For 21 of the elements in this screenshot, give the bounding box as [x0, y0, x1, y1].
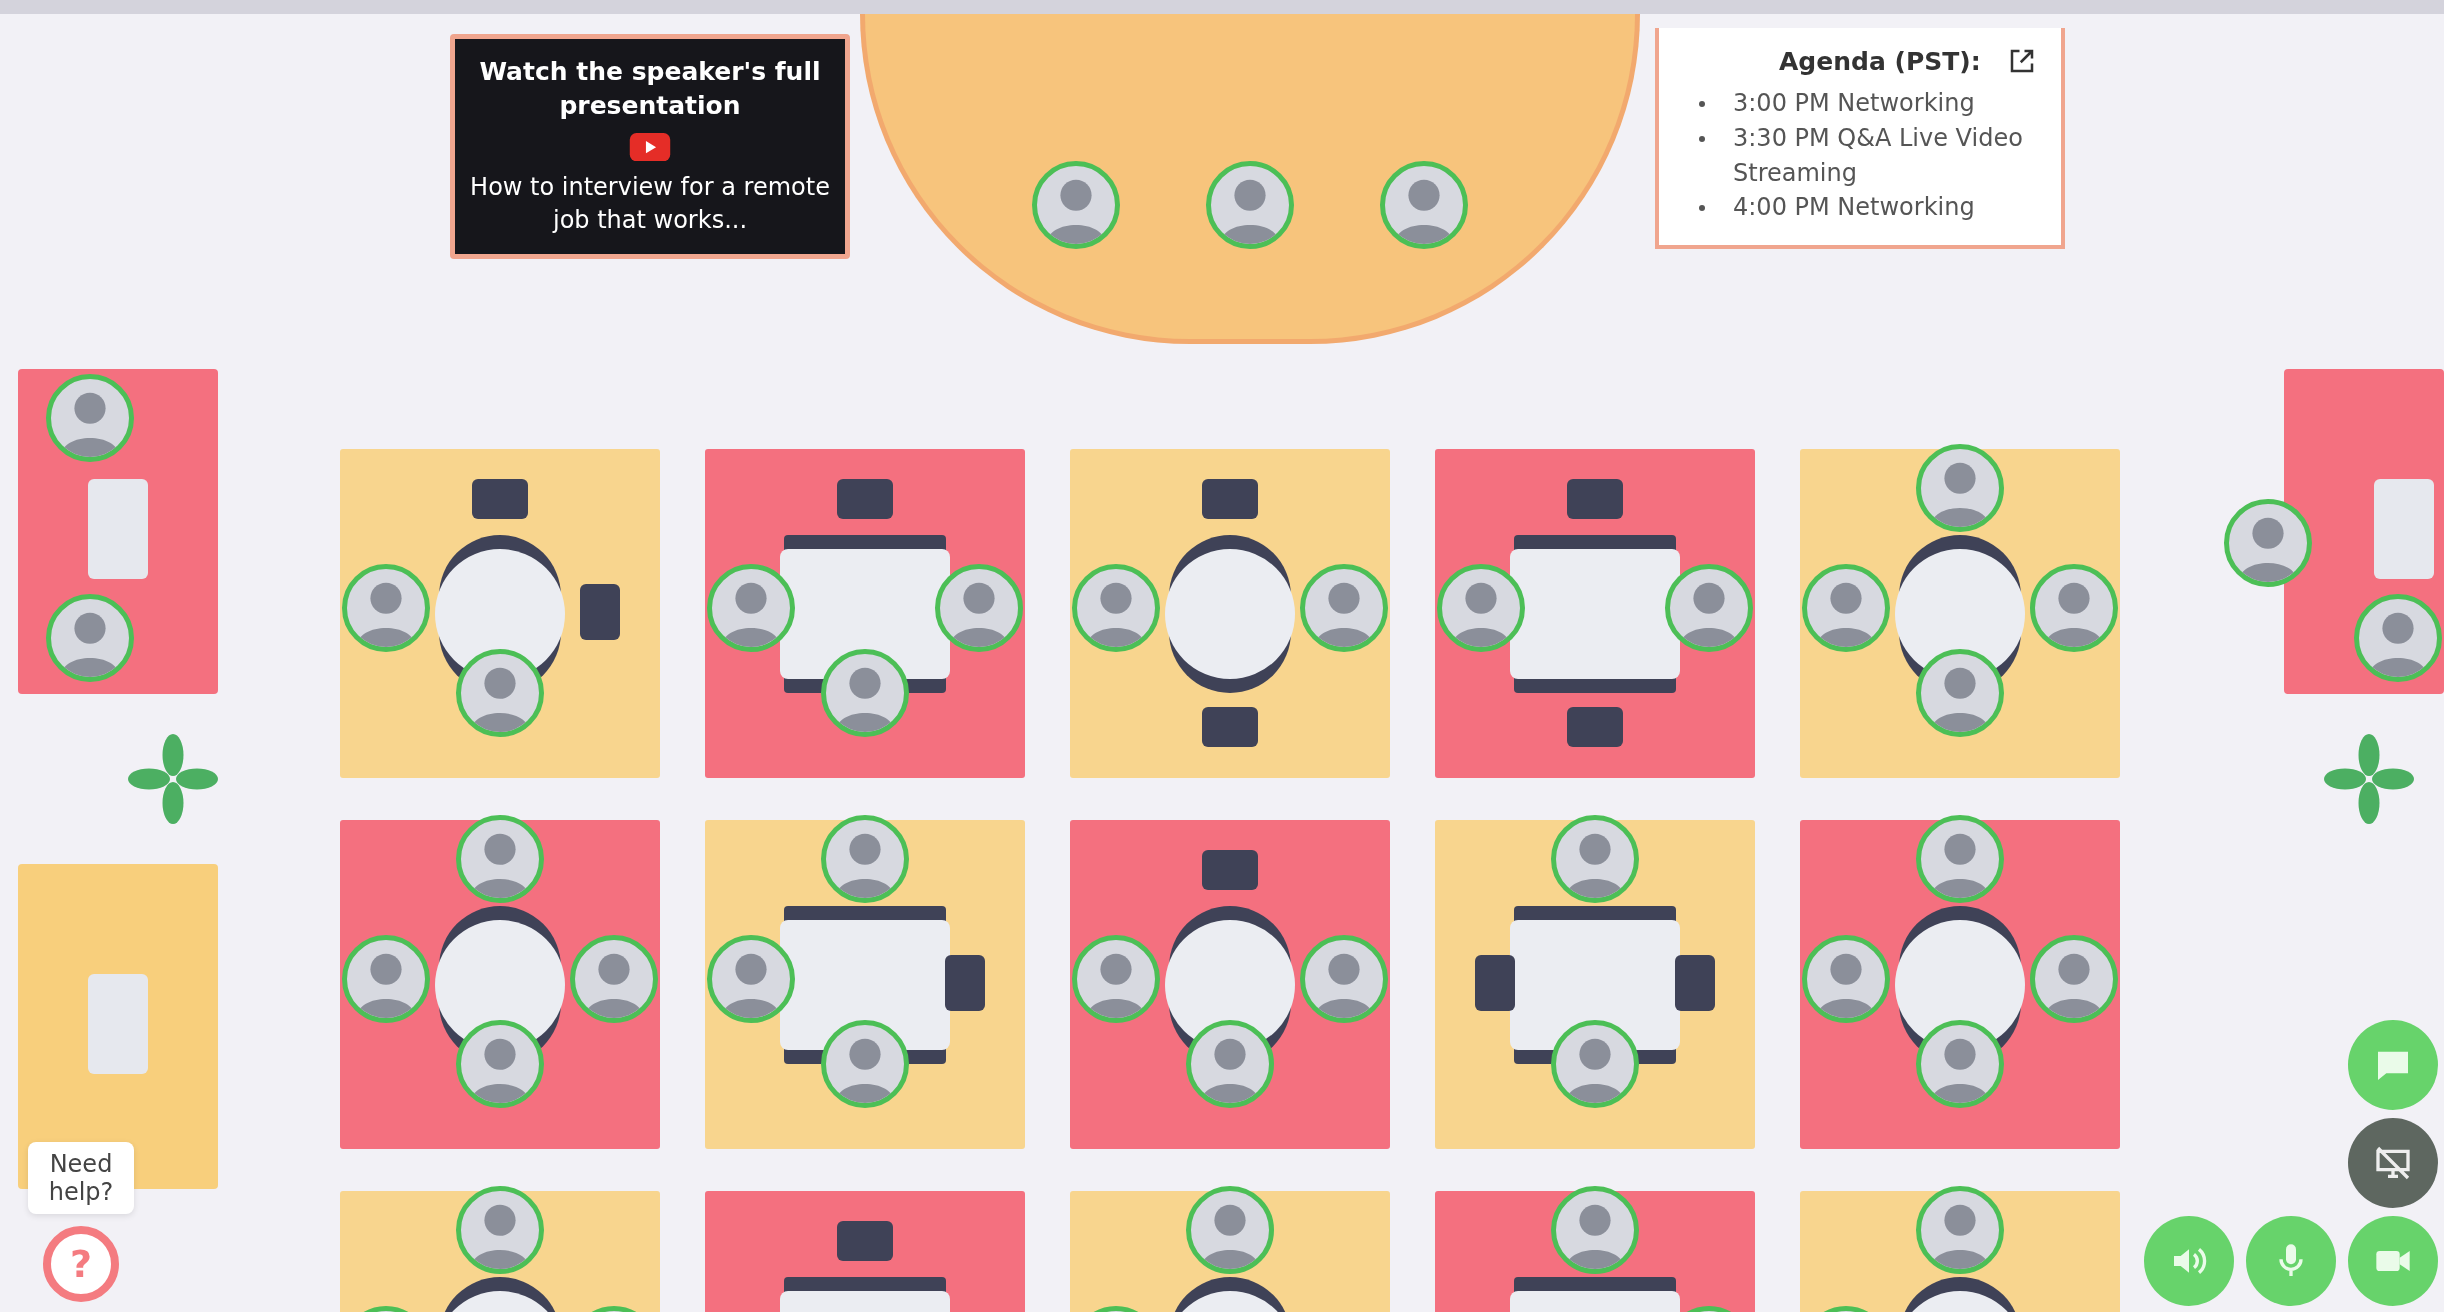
agenda-item: 3:30 PM Q&A Live Video Streaming [1733, 122, 2024, 189]
agenda-item: 4:00 PM Networking [1733, 192, 1975, 224]
table-area[interactable] [1070, 820, 1390, 1149]
help-tooltip: Need help? [28, 1142, 134, 1214]
table-area[interactable] [1435, 449, 1755, 778]
agenda-title: Agenda (PST): [1779, 46, 1981, 76]
bullet-dot [1699, 135, 1705, 142]
sofa-icon [88, 479, 148, 579]
bullet-dot [1699, 101, 1705, 107]
table-area[interactable] [1070, 449, 1390, 778]
table-area[interactable] [340, 449, 660, 778]
video-card[interactable]: Watch the speaker's full presentation How to interview for a remote job that works... [450, 34, 850, 259]
video-title: Watch the speaker's full presentation [478, 56, 822, 122]
video-caption: How to interview for a remote job that works... [469, 171, 831, 237]
sofa-icon [2374, 479, 2434, 579]
table-area[interactable] [705, 449, 1025, 778]
sofa-icon [88, 974, 148, 1074]
bullet-dot [1699, 205, 1705, 212]
agenda-item: 3:00 PM Networking [1733, 88, 1975, 119]
plant-icon [128, 734, 218, 824]
plant-icon [2324, 734, 2414, 824]
